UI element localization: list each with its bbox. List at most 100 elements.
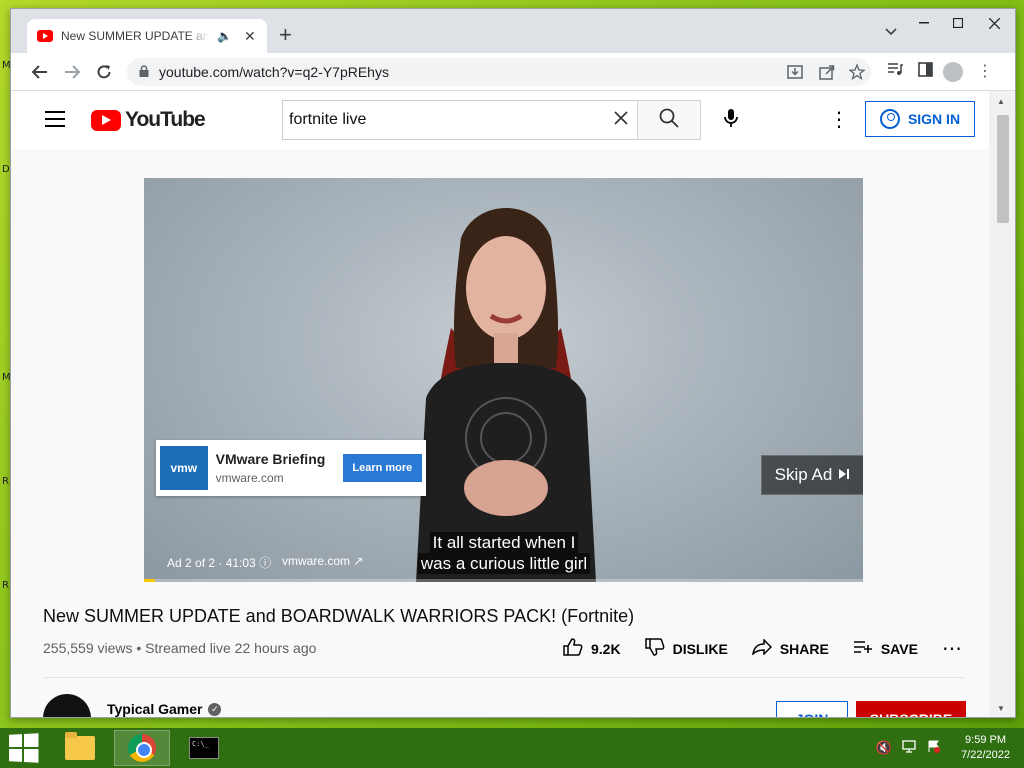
volume-muted-icon[interactable]: 🔇 [876, 740, 892, 756]
lock-icon[interactable] [139, 64, 149, 80]
close-window-button[interactable] [977, 9, 1011, 37]
profile-avatar-icon[interactable] [943, 62, 963, 82]
chrome-taskbar-button[interactable] [114, 730, 170, 766]
youtube-page: YouTube ⋮ SIGN IN [11, 91, 989, 717]
tab-strip: New SUMMER UPDATE and BOARDWALK WARRIORS… [11, 9, 1015, 53]
like-button[interactable]: 9.2K [563, 638, 621, 659]
share-arrow-icon [751, 638, 772, 658]
playlist-add-icon [853, 640, 873, 657]
cmd-taskbar-button[interactable]: C:\_ [176, 730, 232, 766]
ad-domain: vmware.com [215, 471, 284, 485]
video-title: New SUMMER UPDATE and BOARDWALK WARRIORS… [43, 606, 635, 626]
share-button[interactable]: SHARE [751, 638, 829, 658]
channel-name[interactable]: Typical Gamer ✓ [107, 701, 222, 717]
sign-in-button[interactable]: SIGN IN [865, 101, 975, 137]
side-panel-icon[interactable] [918, 62, 933, 81]
search-icon [659, 108, 679, 133]
video-meta: 255,559 views • Streamed live 22 hours a… [43, 640, 317, 656]
youtube-logo-text: YouTube [125, 108, 206, 131]
action-center-flag-icon[interactable] [927, 740, 940, 756]
skip-ad-button[interactable]: Skip Ad [761, 455, 863, 495]
vmware-logo: vmw [160, 446, 208, 490]
hamburger-menu-icon[interactable] [45, 111, 65, 127]
file-explorer-taskbar-button[interactable] [52, 730, 108, 766]
more-actions-icon[interactable]: ⋯ [942, 636, 962, 661]
search-input[interactable] [289, 111, 589, 129]
network-icon[interactable] [902, 740, 916, 756]
share-label: SHARE [779, 640, 829, 657]
new-tab-button[interactable]: + [279, 23, 292, 47]
search-box [282, 100, 638, 140]
ad-progress-fill [144, 579, 155, 582]
info-icon[interactable]: ⓘ [259, 556, 271, 570]
voice-search-button[interactable] [711, 100, 751, 140]
clock-time: 9:59 PM [965, 734, 1007, 746]
ad-domain-link[interactable]: vmware.com ↗ [282, 554, 363, 568]
minimize-button[interactable] [907, 9, 941, 37]
ad-info: Ad 2 of 2 · 41:03 ⓘ [167, 554, 271, 571]
caption-line: It all started when I [429, 532, 579, 553]
external-link-icon: ↗ [353, 554, 364, 568]
skip-next-icon [838, 465, 850, 485]
speaker-icon[interactable]: 🔈 [217, 29, 232, 43]
dislike-label: DISLIKE [672, 640, 728, 657]
desktop-edge-label: R [2, 476, 9, 487]
verified-check-icon: ✓ [208, 702, 222, 716]
join-button[interactable]: JOIN [776, 701, 848, 717]
address-bar[interactable]: youtube.com/watch?v=q2-Y7pREhys [127, 58, 871, 86]
scroll-thumb[interactable] [997, 115, 1009, 223]
youtube-logo[interactable]: YouTube [91, 108, 206, 132]
share-icon[interactable] [819, 64, 835, 83]
url-text: youtube.com/watch?v=q2-Y7pREhys [159, 64, 389, 80]
tab-search-chevron-icon[interactable] [885, 25, 897, 39]
learn-more-button[interactable]: Learn more [342, 454, 422, 482]
video-frame-person [416, 208, 596, 582]
ad-progress-bar[interactable] [144, 579, 863, 582]
clear-search-icon[interactable] [614, 109, 628, 130]
video-actions: 9.2K DISLIKE SHARE SAVE ⋯ [563, 636, 962, 661]
install-icon[interactable] [787, 64, 803, 83]
start-windows-icon[interactable] [9, 733, 39, 763]
browser-toolbar: youtube.com/watch?v=q2-Y7pREhys ⋮ [11, 53, 1015, 91]
video-caption: It all started when I was a curious litt… [412, 532, 596, 574]
reload-icon[interactable] [91, 59, 117, 85]
save-button[interactable]: SAVE [853, 640, 918, 657]
settings-menu-icon[interactable]: ⋮ [829, 107, 849, 132]
thumbs-up-icon [563, 638, 583, 659]
browser-window: New SUMMER UPDATE and BOARDWALK WARRIORS… [10, 8, 1016, 718]
divider [43, 677, 965, 678]
back-arrow-icon[interactable] [27, 59, 53, 85]
subscribe-button[interactable]: SUBSCRIBE [856, 701, 966, 717]
maximize-button[interactable] [941, 9, 975, 37]
browser-menu-icon[interactable]: ⋮ [977, 61, 993, 81]
ad-domain-text: vmware.com [282, 554, 351, 568]
channel-avatar[interactable] [43, 694, 91, 717]
ad-title: VMware Briefing [215, 451, 326, 467]
desktop-edge-label: R [2, 580, 9, 591]
bookmark-star-icon[interactable] [848, 63, 866, 83]
skip-ad-label: Skip Ad [774, 465, 833, 484]
microphone-icon [724, 108, 738, 133]
scroll-down-arrow-icon[interactable]: ▼ [997, 704, 1005, 713]
ad-counter: Ad 2 of 2 · 41:03 [167, 556, 256, 570]
youtube-play-logo-icon [91, 109, 121, 131]
scroll-up-arrow-icon[interactable]: ▲ [997, 97, 1005, 106]
caption-line: was a curious little girl [417, 553, 591, 574]
clock-date: 7/22/2022 [961, 749, 1010, 761]
like-count: 9.2K [591, 640, 621, 657]
youtube-header: YouTube ⋮ SIGN IN [11, 91, 989, 149]
dislike-button[interactable]: DISLIKE [644, 638, 728, 659]
ad-text: VMware Briefing vmware.com [216, 451, 335, 485]
forward-arrow-icon[interactable] [59, 59, 85, 85]
command-prompt-icon: C:\_ [189, 737, 219, 759]
system-clock[interactable]: 9:59 PM 7/22/2022 [961, 733, 1010, 763]
ad-overlay-card[interactable]: vmw VMware Briefing vmware.com Learn mor… [156, 440, 426, 496]
browser-tab[interactable]: New SUMMER UPDATE and BOARDWALK WARRIORS… [27, 19, 267, 53]
video-player[interactable]: vmw VMware Briefing vmware.com Learn mor… [144, 178, 863, 582]
save-label: SAVE [880, 640, 918, 657]
search-button[interactable] [637, 100, 701, 140]
media-control-icon[interactable] [887, 62, 903, 80]
close-tab-icon[interactable]: ✕ [244, 28, 256, 45]
desktop-edge-label: D [2, 164, 10, 175]
page-scrollbar[interactable]: ▲ ▼ [989, 91, 1015, 717]
